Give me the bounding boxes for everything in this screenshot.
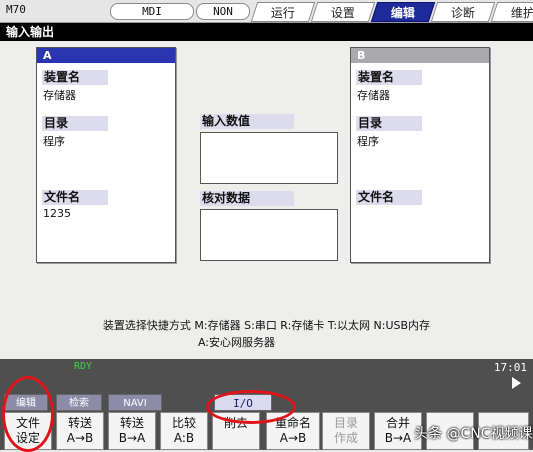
device-shortcut-hint-line1: 装置选择快捷方式 M:存储器 S:串口 R:存储卡 T:以太网 N:USB内存 — [102, 319, 431, 332]
softkey-transfer-a-to-b[interactable]: 转送 A→B — [56, 412, 104, 450]
device-shortcut-hint-line2: A:安心网服务器 — [197, 336, 276, 349]
panel-b-device-label: 装置名 — [356, 70, 422, 85]
panel-a-title: A — [37, 48, 175, 63]
softkey-delete[interactable]: 削去 — [212, 412, 260, 450]
controller-model: M70 — [6, 3, 26, 16]
panel-a-file-label: 文件名 — [42, 190, 108, 205]
softkey-transfer-b-to-a[interactable]: 转送 B→A — [108, 412, 156, 450]
next-page-arrow-icon[interactable] — [512, 377, 521, 389]
softkey-compare[interactable]: 比较 A:B — [160, 412, 208, 450]
menu-tab-io[interactable]: I/O — [214, 394, 272, 411]
panel-a-dir-label: 目录 — [42, 116, 108, 131]
function-tabs: 运行 设置 编辑 诊断 维护 — [250, 2, 533, 22]
watermark: 头条 @CNC视频课 — [414, 426, 533, 442]
panel-b-title: B — [351, 48, 489, 63]
panel-b-device-value[interactable]: 存储器 — [357, 87, 390, 103]
softkey-create-directory[interactable]: 目录 作成 — [322, 412, 370, 450]
softkey-file-setting[interactable]: 文件 设定 — [4, 412, 52, 450]
panel-a-dir-value[interactable]: 程序 — [43, 133, 65, 149]
status-strip: RDY 17:01 — [0, 359, 533, 392]
panel-a-device-label: 装置名 — [42, 70, 108, 85]
menu-tab-navi[interactable]: NAVI — [108, 394, 162, 411]
clock: 17:01 — [493, 361, 527, 374]
verify-data-label: 核对数据 — [200, 191, 294, 206]
menu-tab-edit[interactable]: 编辑 — [4, 394, 48, 411]
panel-a-device-value[interactable]: 存储器 — [43, 87, 76, 103]
tab-diagnosis[interactable]: 诊断 — [430, 2, 496, 22]
tab-setup[interactable]: 设置 — [310, 2, 376, 22]
device-panel-a[interactable]: A 装置名 存储器 目录 程序 文件名 1235 — [36, 47, 176, 263]
tab-maintenance[interactable]: 维护 — [490, 2, 533, 22]
menu-tab-search[interactable]: 检索 — [56, 394, 102, 411]
softkey-rename[interactable]: 重命名 A→B — [266, 412, 320, 450]
verify-data-box[interactable] — [200, 209, 338, 261]
panel-b-dir-value[interactable]: 程序 — [357, 133, 379, 149]
panel-b-file-label: 文件名 — [356, 190, 422, 205]
input-value-box[interactable] — [200, 132, 338, 184]
tab-run[interactable]: 运行 — [250, 2, 316, 22]
top-status-bar: M70 MDI NON 运行 设置 编辑 诊断 维护 — [0, 0, 533, 23]
operation-mode-indicator: MDI — [110, 3, 194, 20]
input-value-label: 输入数值 — [200, 114, 294, 129]
panel-a-file-value[interactable]: 1235 — [43, 207, 71, 220]
sub-mode-indicator: NON — [196, 3, 250, 20]
io-main-area: A 装置名 存储器 目录 程序 文件名 1235 输入数值 核对数据 B 装置名… — [0, 41, 533, 359]
tab-edit[interactable]: 编辑 — [370, 2, 436, 22]
device-panel-b[interactable]: B 装置名 存储器 目录 程序 文件名 — [350, 47, 490, 263]
screen-title: 输入输出 — [0, 23, 533, 41]
panel-b-dir-label: 目录 — [356, 116, 422, 131]
ready-indicator: RDY — [74, 361, 93, 372]
